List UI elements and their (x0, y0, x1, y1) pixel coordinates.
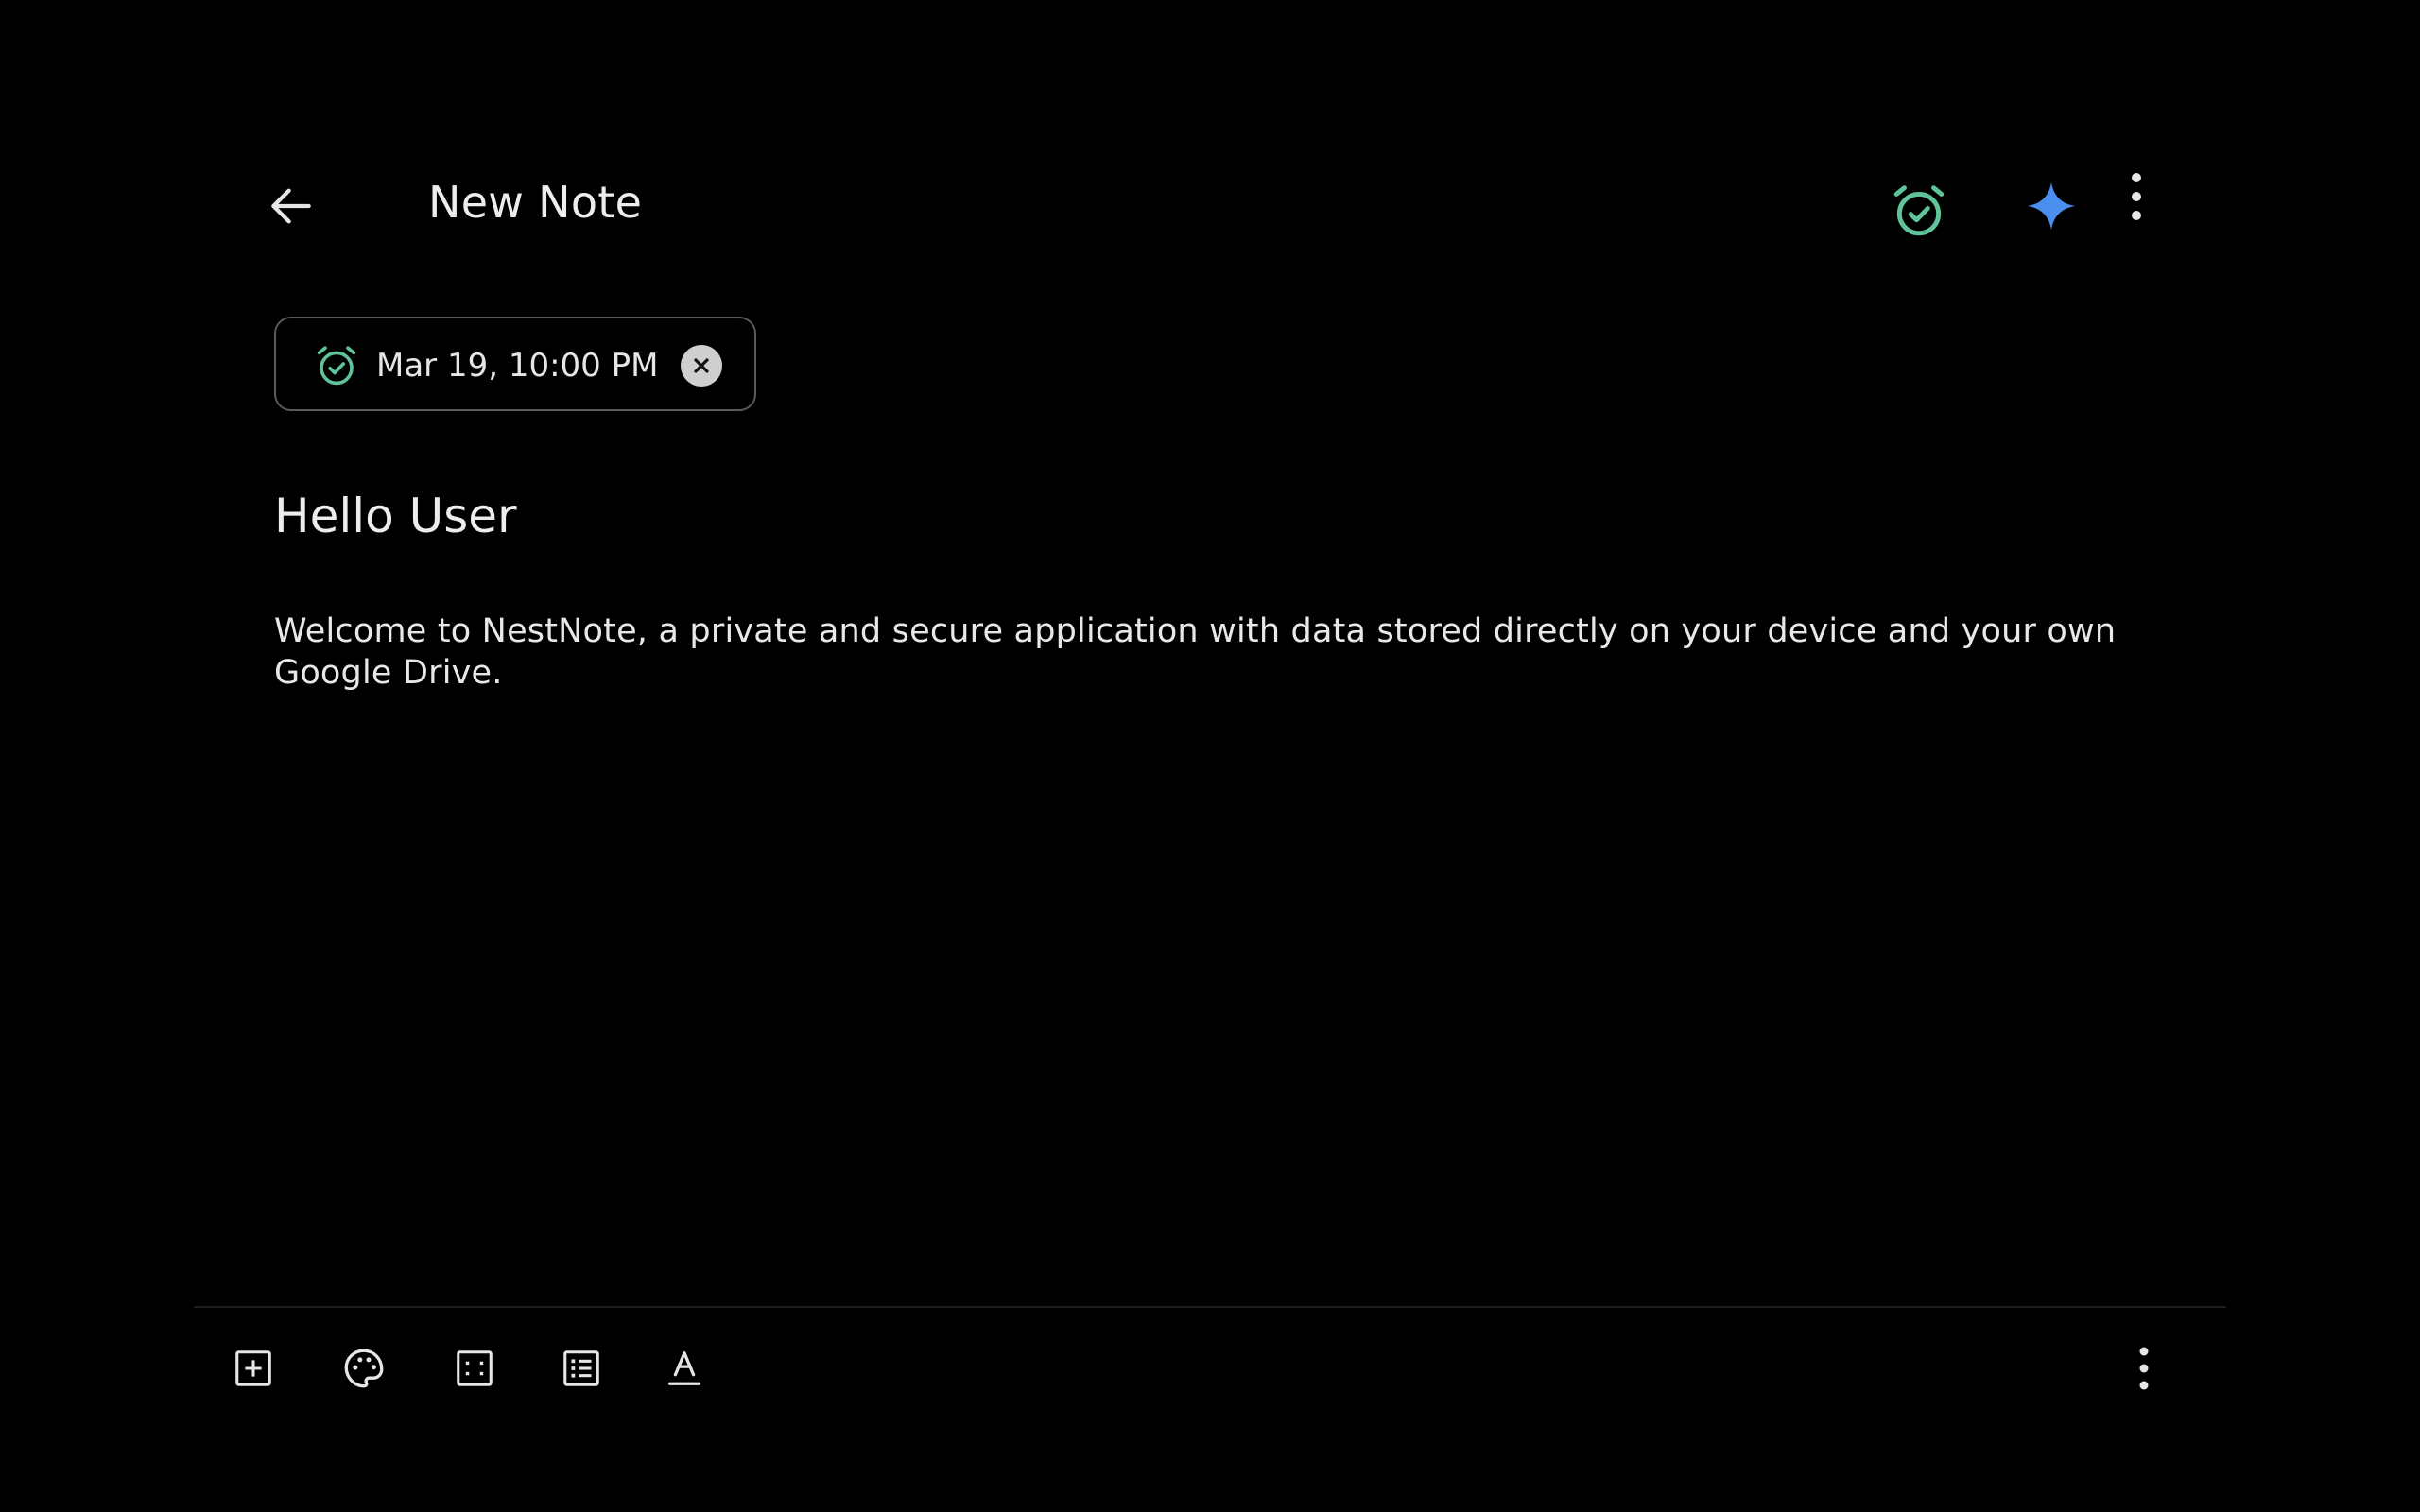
text-format-icon (668, 1351, 700, 1385)
color-palette-button[interactable] (336, 1340, 392, 1397)
add-box-icon (235, 1350, 271, 1386)
bulleted-list-icon (563, 1350, 599, 1386)
ai-assist-button[interactable] (2014, 168, 2089, 244)
page-title: New Note (428, 177, 643, 228)
note-title[interactable]: Hello User (274, 484, 517, 548)
alarm-check-icon (317, 346, 356, 386)
sparkle-icon (2027, 181, 2076, 231)
back-button[interactable] (253, 168, 329, 244)
close-icon (694, 358, 709, 373)
text-format-button[interactable] (656, 1340, 713, 1397)
clear-reminder-button[interactable] (681, 345, 722, 387)
reminder-datetime: Mar 19, 10:00 PM (376, 347, 659, 385)
reminder-button[interactable] (1876, 168, 1962, 253)
reminder-chip[interactable]: Mar 19, 10:00 PM (274, 317, 756, 411)
more-vertical-icon (2132, 173, 2141, 220)
arrow-left-icon (271, 188, 311, 224)
alarm-check-icon (1893, 185, 1945, 236)
palette-icon (344, 1349, 384, 1388)
checklist-button[interactable] (446, 1340, 503, 1397)
more-vertical-icon (2139, 1347, 2149, 1390)
note-body[interactable]: Welcome to NestNote, a private and secur… (274, 610, 2165, 694)
toolbar-divider (194, 1306, 2226, 1308)
more-options-button[interactable] (2103, 161, 2169, 232)
checklist-grid-icon (457, 1350, 493, 1386)
toolbar-more-button[interactable] (2116, 1340, 2172, 1397)
bulleted-list-button[interactable] (553, 1340, 610, 1397)
add-attachment-button[interactable] (225, 1340, 282, 1397)
